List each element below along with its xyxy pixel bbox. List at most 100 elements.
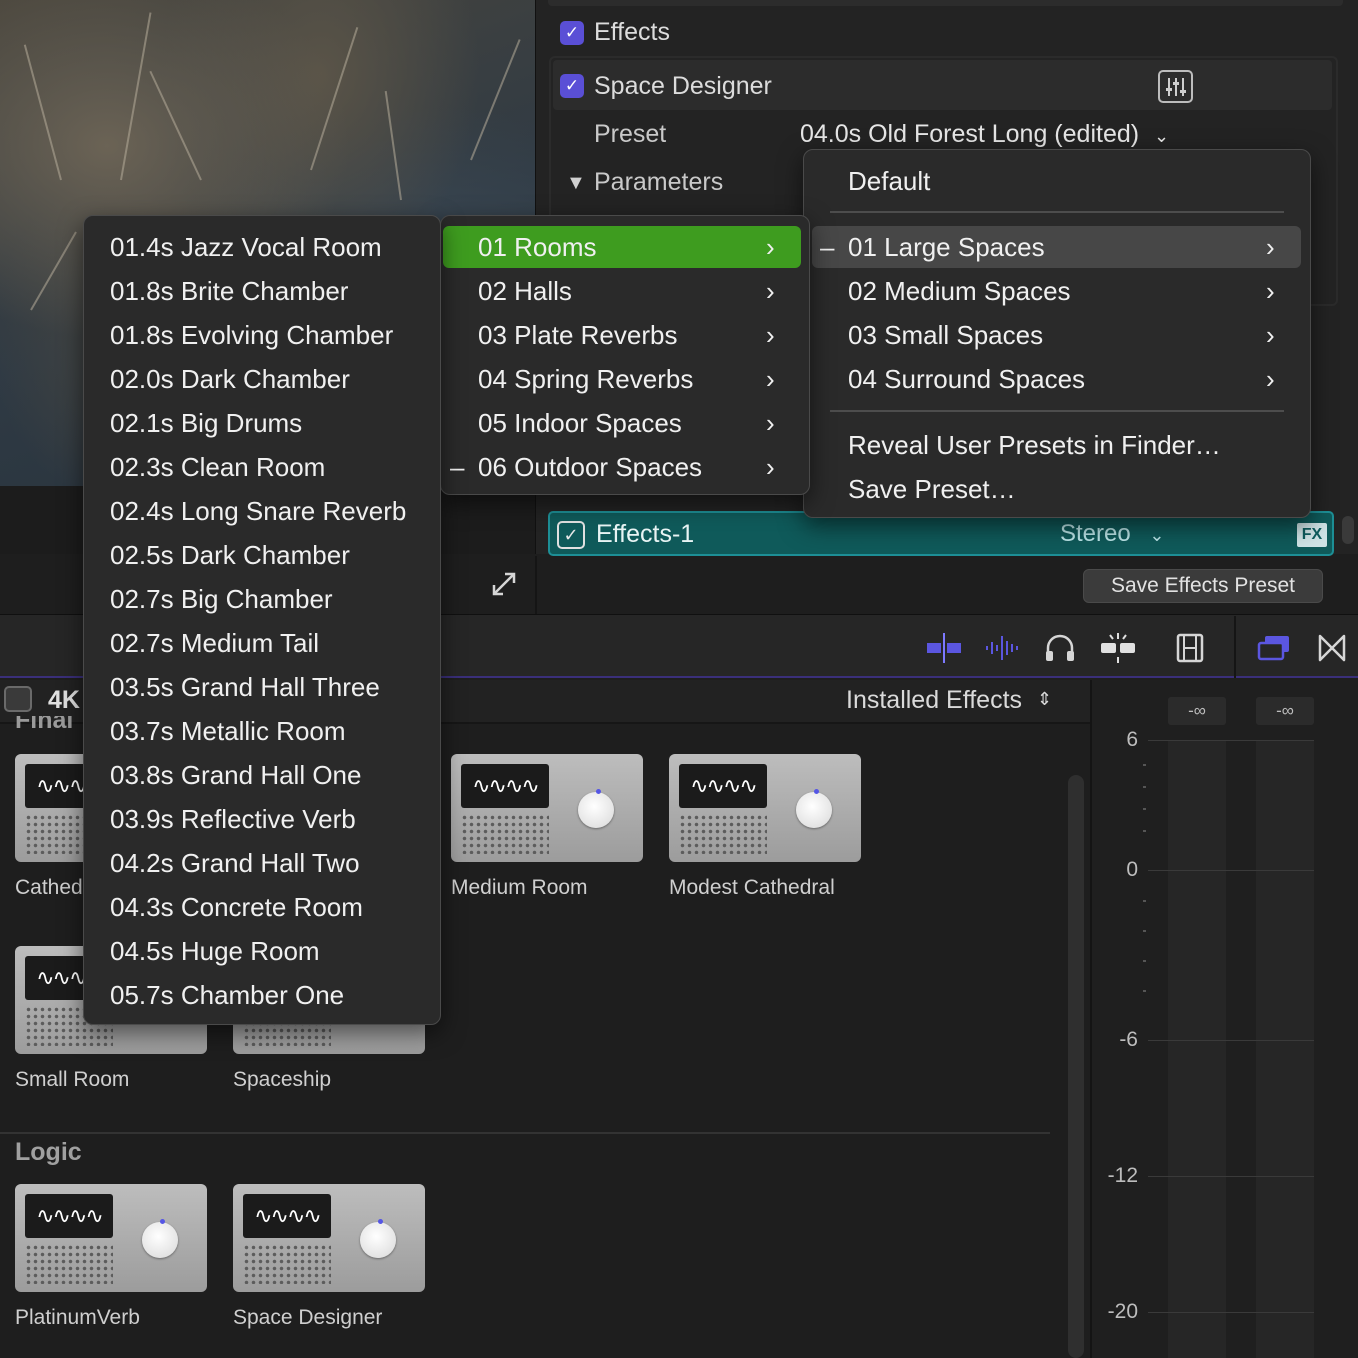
disclosure-triangle-icon[interactable]: ▼ — [566, 172, 586, 195]
equalizer-icon[interactable] — [1158, 70, 1193, 103]
waveform-icon[interactable] — [984, 630, 1020, 666]
chevron-down-icon: ⌄ — [1149, 525, 1165, 545]
menu-item-save-preset[interactable]: Save Preset… — [848, 474, 1016, 505]
filmstrip-icon[interactable] — [1172, 630, 1208, 666]
mixed-state-icon: – — [450, 452, 465, 482]
parameters-label: Parameters — [594, 168, 724, 196]
menu-item-halls[interactable]: 02 Halls — [478, 276, 572, 307]
preset-label: Preset — [594, 120, 667, 148]
menu-item-default[interactable]: Default — [848, 166, 930, 197]
menu-item-preset[interactable]: 04.3s Concrete Room — [110, 892, 363, 923]
chevron-right-icon: › — [766, 364, 775, 394]
checkmark-icon: ✓ — [563, 524, 579, 545]
tick — [1143, 900, 1146, 902]
fx-badge[interactable]: FX — [1297, 523, 1327, 547]
installed-effects-label: Installed Effects — [846, 686, 1023, 714]
space-designer-label: Space Designer — [594, 72, 772, 100]
effect-tile-label: Small Room — [15, 1068, 130, 1091]
menu-item-preset[interactable]: 03.7s Metallic Room — [110, 716, 346, 747]
section-divider — [0, 1132, 1050, 1134]
tick — [1143, 830, 1146, 832]
effects1-checkbox[interactable]: ✓ — [557, 521, 585, 549]
menu-item-preset[interactable]: 01.8s Brite Chamber — [110, 276, 348, 307]
mixed-state-icon: – — [820, 232, 835, 262]
format-label: 4K — [48, 686, 80, 714]
chevron-right-icon: › — [1266, 276, 1275, 306]
browser-checkbox[interactable] — [4, 686, 32, 712]
menu-item-indoor-spaces[interactable]: 05 Indoor Spaces — [478, 408, 682, 439]
chevron-right-icon: › — [1266, 232, 1275, 262]
peak-readout-left: -∞ — [1168, 697, 1226, 725]
meter-channel-right — [1256, 740, 1314, 1358]
save-effects-preset-button[interactable]: Save Effects Preset — [1083, 569, 1323, 603]
menu-item-preset[interactable]: 02.5s Dark Chamber — [110, 540, 350, 571]
channel-popup[interactable]: Stereo ⌄ — [1060, 520, 1164, 548]
divider — [1234, 616, 1236, 678]
preset-popup[interactable]: 04.0s Old Forest Long (edited) ⌄ — [800, 120, 1169, 149]
effect-tile-label: Spaceship — [233, 1068, 332, 1091]
menu-item-preset[interactable]: 04.5s Huge Room — [110, 936, 320, 967]
clip-skimming-icon[interactable] — [926, 630, 962, 666]
menu-item-preset[interactable]: 01.4s Jazz Vocal Room — [110, 232, 382, 263]
effect-tile-medium-room[interactable]: ∿∿∿∿ — [451, 754, 643, 862]
effect-tile-space-designer[interactable]: ∿∿∿∿ — [233, 1184, 425, 1292]
menu-item-reveal-presets[interactable]: Reveal User Presets in Finder… — [848, 430, 1221, 461]
snapping-icon[interactable] — [1100, 630, 1136, 666]
inspector-scroll-handle[interactable] — [1342, 516, 1354, 544]
effect-tile-modest-cathedral[interactable]: ∿∿∿∿ — [669, 754, 861, 862]
waveform-icon: ∿∿∿∿ — [679, 764, 767, 808]
menu-item-small-spaces[interactable]: 03 Small Spaces — [848, 320, 1043, 351]
menu-item-preset[interactable]: 02.7s Big Chamber — [110, 584, 333, 615]
menu-item-preset[interactable]: 02.0s Dark Chamber — [110, 364, 350, 395]
menu-item-plate-reverbs[interactable]: 03 Plate Reverbs — [478, 320, 677, 351]
scale-label: -12 — [1107, 1164, 1138, 1187]
headphones-icon[interactable] — [1042, 630, 1078, 666]
tick — [1143, 808, 1146, 810]
menu-item-medium-spaces[interactable]: 02 Medium Spaces — [848, 276, 1071, 307]
chevron-right-icon: › — [766, 408, 775, 438]
effects-checkbox[interactable]: ✓ — [560, 21, 584, 45]
scale-line — [1148, 870, 1314, 871]
menu-item-preset[interactable]: 03.8s Grand Hall One — [110, 760, 361, 791]
scale-line — [1148, 740, 1314, 741]
menu-item-spring-reverbs[interactable]: 04 Spring Reverbs — [478, 364, 693, 395]
layers-icon[interactable] — [1256, 630, 1292, 666]
waveform-icon: ∿∿∿∿ — [243, 1194, 331, 1238]
bowtie-icon[interactable] — [1314, 630, 1350, 666]
menu-item-preset[interactable]: 05.7s Chamber One — [110, 980, 344, 1011]
menu-item-preset[interactable]: 02.3s Clean Room — [110, 452, 325, 483]
menu-item-preset[interactable]: 03.5s Grand Hall Three — [110, 672, 380, 703]
menu-item-preset[interactable]: 02.1s Big Drums — [110, 408, 302, 439]
waveform-icon: ∿∿∿∿ — [461, 764, 549, 808]
tick — [1143, 960, 1146, 962]
menu-item-large-spaces[interactable]: 01 Large Spaces — [848, 232, 1045, 263]
menu-item-preset[interactable]: 02.4s Long Snare Reverb — [110, 496, 406, 527]
browser-scrollbar[interactable] — [1068, 775, 1084, 1358]
chevron-right-icon: › — [766, 276, 775, 306]
menu-item-outdoor-spaces[interactable]: 06 Outdoor Spaces — [478, 452, 702, 483]
chevron-right-icon: › — [766, 232, 775, 262]
space-designer-checkbox[interactable]: ✓ — [560, 74, 584, 98]
effect-tile-label: PlatinumVerb — [15, 1306, 140, 1329]
menu-item-preset[interactable]: 03.9s Reflective Verb — [110, 804, 356, 835]
menu-item-preset[interactable]: 01.8s Evolving Chamber — [110, 320, 393, 351]
scale-label: 6 — [1126, 728, 1138, 751]
menu-item-surround-spaces[interactable]: 04 Surround Spaces — [848, 364, 1085, 395]
menu-item-rooms[interactable]: 01 Rooms — [478, 232, 597, 263]
menu-item-preset[interactable]: 02.7s Medium Tail — [110, 628, 319, 659]
expand-icon[interactable] — [488, 568, 520, 600]
menu-separator — [830, 211, 1284, 213]
tick — [1143, 764, 1146, 766]
waveform-icon: ∿∿∿∿ — [25, 1194, 113, 1238]
installed-effects-popup[interactable]: Installed Effects ⇕ — [846, 686, 1052, 715]
preset-value: 04.0s Old Forest Long (edited) — [800, 120, 1140, 148]
scale-line — [1148, 1040, 1314, 1041]
updown-chevron-icon: ⇕ — [1036, 689, 1053, 709]
peak-readout-right: -∞ — [1256, 697, 1314, 725]
effect-tile-platinumverb[interactable]: ∿∿∿∿ — [15, 1184, 207, 1292]
effects1-label: Effects-1 — [596, 520, 695, 548]
checkmark-icon: ✓ — [564, 23, 580, 42]
menu-item-preset[interactable]: 04.2s Grand Hall Two — [110, 848, 360, 879]
scale-label: -6 — [1119, 1028, 1138, 1051]
tick — [1143, 786, 1146, 788]
